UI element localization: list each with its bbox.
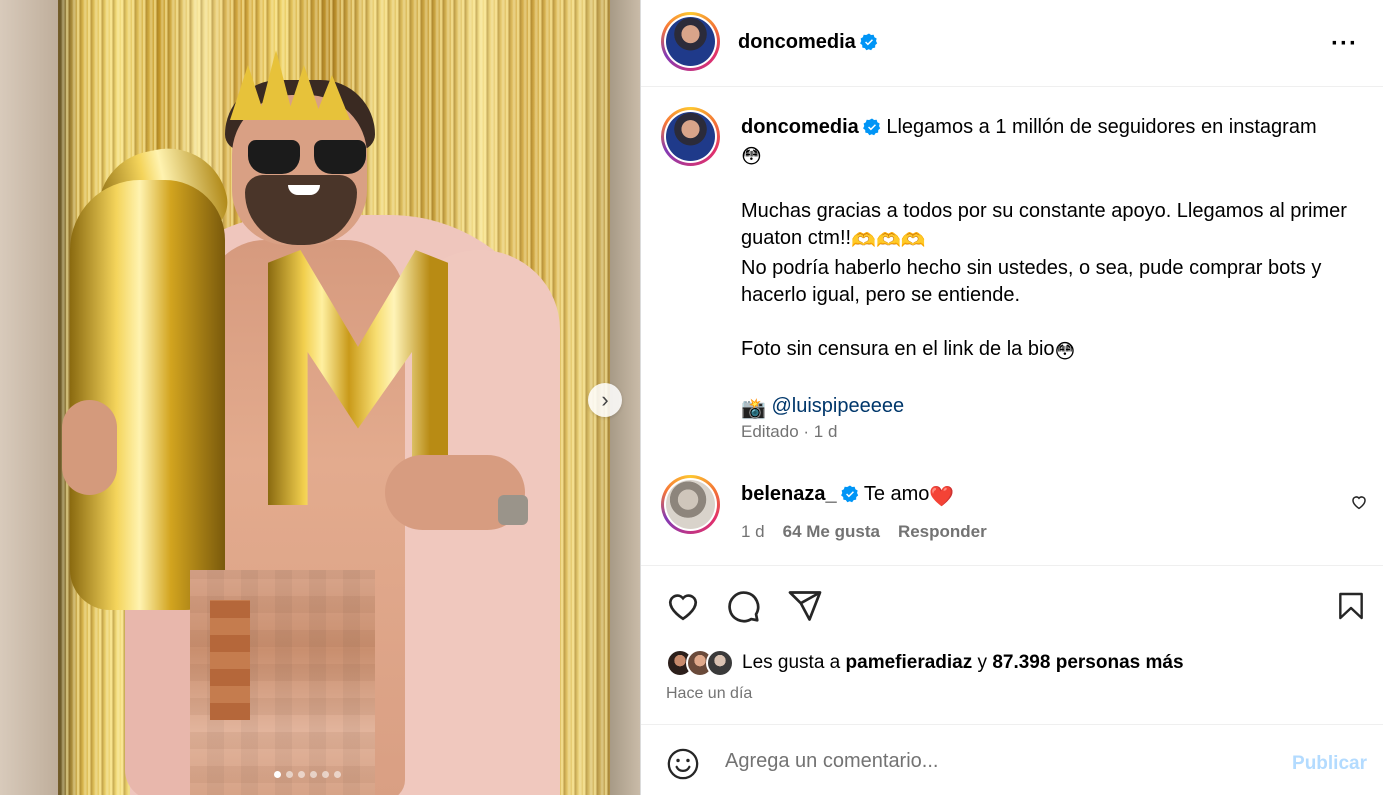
more-icon: ···: [1331, 30, 1358, 57]
carousel-dot: [334, 771, 341, 778]
likes-prefix: Les gusta a: [742, 652, 841, 673]
author-avatar[interactable]: [661, 107, 720, 166]
likes-others-link[interactable]: 87.398 personas más: [992, 652, 1183, 674]
comment-like-heart-icon[interactable]: [1350, 493, 1368, 511]
share-icon[interactable]: [787, 588, 823, 624]
author-avatar[interactable]: [661, 12, 720, 71]
post-media[interactable]: ›: [0, 0, 640, 795]
pixel-censor: [190, 570, 375, 795]
watch: [498, 495, 528, 525]
caption-username[interactable]: doncomedia: [741, 116, 859, 138]
flushed-emoji-icon: 😳: [1054, 341, 1076, 363]
commenter-avatar[interactable]: [661, 475, 720, 534]
likes-summary: Les gusta a pamefieradiaz y 87.398 perso…: [666, 649, 1184, 677]
bookmark-icon[interactable]: [1335, 588, 1367, 624]
author-username[interactable]: doncomedia: [738, 31, 878, 54]
verified-icon: [859, 33, 877, 51]
comment-icon[interactable]: [725, 588, 761, 624]
sunglasses: [248, 140, 368, 176]
emoji-smiley-icon[interactable]: [666, 747, 700, 781]
photographer-mention-link[interactable]: @luispipeeeee: [771, 395, 904, 417]
carousel-dot: [298, 771, 305, 778]
commenter-username[interactable]: belenaza_: [741, 483, 837, 505]
next-arrow-icon: ›: [601, 387, 609, 412]
liker-username[interactable]: pamefieradiaz: [846, 652, 973, 674]
avatar: [706, 649, 734, 677]
crown: [230, 45, 350, 120]
post-panel: doncomedia ··· doncomedia Llegamos a 1 m…: [640, 0, 1383, 795]
comment-input[interactable]: [725, 746, 1265, 776]
comment-item: belenaza_ Te amo❤️ 1 d 64 Me gusta Respo…: [641, 473, 1383, 563]
verified-icon: [840, 485, 858, 503]
flushed-emoji-icon: 😳: [741, 146, 762, 168]
post-header: doncomedia ···: [641, 0, 1383, 87]
carousel-dot: [274, 771, 281, 778]
post-caption: doncomedia Llegamos a 1 millón de seguid…: [641, 87, 1383, 462]
liker-avatars: [666, 649, 734, 677]
comment-text: Te amo: [863, 483, 930, 505]
publish-button[interactable]: Publicar: [1292, 753, 1367, 775]
action-bar: Les gusta a pamefieradiaz y 87.398 perso…: [641, 565, 1383, 725]
wall: [0, 0, 58, 795]
balloon-one: [70, 180, 225, 610]
caption-line-1: Llegamos a 1 millón de seguidores en ins…: [886, 116, 1317, 138]
caption-paragraph-2b: No podría haberlo hecho sin ustedes, o s…: [741, 257, 1322, 306]
caption-paragraph-3: Foto sin censura en el link de la bio: [741, 338, 1055, 360]
likes-joiner: y: [977, 652, 988, 673]
camera-emoji-icon: 📸: [741, 398, 766, 420]
author-username-text[interactable]: doncomedia: [738, 31, 856, 53]
smile: [288, 185, 320, 195]
add-comment-bar: Publicar: [641, 726, 1383, 795]
comment-reply-button[interactable]: Responder: [898, 522, 987, 542]
heart-icon[interactable]: [665, 588, 701, 624]
comment-time: 1 d: [741, 522, 765, 541]
red-heart-emoji-icon: ❤️: [929, 486, 955, 508]
caption-meta: Editado · 1 d: [741, 422, 838, 441]
caption-text: doncomedia Llegamos a 1 millón de seguid…: [741, 114, 1361, 423]
post-modal: › doncomedia ··· doncomedia Llegamos a 1…: [0, 0, 1383, 795]
verified-icon: [862, 118, 880, 136]
carousel-dot: [286, 771, 293, 778]
caption-paragraph-2a: Muchas gracias a todos por su constante …: [741, 200, 1347, 249]
carousel-dots: [274, 771, 341, 778]
hand: [62, 400, 117, 495]
comment-body: belenaza_ Te amo❤️: [741, 483, 954, 509]
carousel-dot: [322, 771, 329, 778]
heart-hands-emoji-icon: 🫶🫶🫶: [851, 230, 926, 252]
more-options-button[interactable]: ···: [1331, 30, 1358, 58]
next-slide-button[interactable]: ›: [588, 383, 622, 417]
post-time[interactable]: Hace un día: [666, 685, 752, 703]
comment-likes-link[interactable]: 64 Me gusta: [783, 522, 880, 542]
comment-meta: 1 d 64 Me gusta Responder: [741, 522, 987, 542]
carousel-dot: [310, 771, 317, 778]
